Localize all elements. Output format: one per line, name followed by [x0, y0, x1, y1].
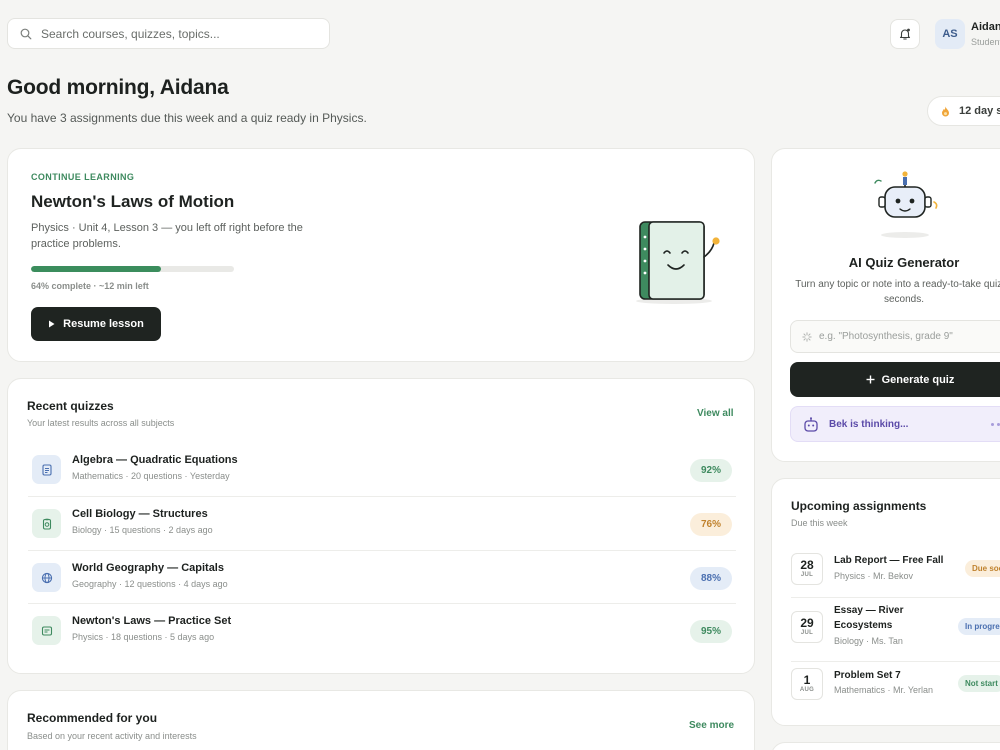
next-card	[771, 742, 1000, 750]
document-icon	[32, 455, 61, 484]
flask-icon	[32, 509, 61, 538]
streak-label: 12 day st	[959, 105, 1000, 117]
quiz-meta: Mathematics · 20 questions · Yesterday	[72, 471, 230, 481]
view-all-link[interactable]: View all	[697, 408, 734, 419]
lesson-description: Physics · Unit 4, Lesson 3 — you left of…	[31, 222, 303, 250]
ai-title: AI Quiz Generator	[848, 255, 960, 270]
lesson-progress-bar	[31, 266, 234, 272]
section-subtitle: Due this week	[791, 518, 848, 528]
date-tile: 28 JUL	[791, 553, 823, 585]
section-subtitle: Based on your recent activity and intere…	[27, 731, 197, 741]
continue-learning-card: CONTINUE LEARNING Newton's Laws of Motio…	[7, 148, 755, 362]
lesson-title: Newton's Laws of Motion	[31, 192, 235, 211]
notifications-button[interactable]	[890, 19, 920, 49]
search-icon	[20, 28, 32, 39]
typing-dots-icon	[991, 423, 1000, 426]
quiz-score: 92%	[690, 459, 732, 482]
quiz-meta: Physics · 18 questions · 5 days ago	[72, 632, 215, 642]
assignment-row[interactable]: 29 JUL Essay — River Ecosystems Biology …	[791, 597, 1000, 663]
book-character-illustration	[636, 221, 720, 304]
quiz-row[interactable]: World Geography — Capitals Geography · 1…	[28, 550, 736, 604]
page-title: Good morning, Aidana	[7, 76, 229, 99]
date-month: JUL	[800, 572, 814, 578]
user-name: Aidana	[971, 21, 1000, 33]
quiz-name: Algebra — Quadratic Equations	[72, 454, 238, 466]
quiz-name: World Geography — Capitals	[72, 562, 224, 574]
date-tile: 1 AUG	[791, 668, 823, 700]
ai-description: Turn any topic or note into a ready-to-t…	[795, 279, 1000, 305]
section-title: Recent quizzes	[27, 399, 114, 413]
status-badge: Due soo	[965, 560, 1000, 577]
topic-input[interactable]	[819, 331, 1000, 342]
user-role: Student	[971, 37, 1000, 47]
quiz-name: Cell Biology — Structures	[72, 508, 208, 520]
search-bar[interactable]	[7, 18, 330, 49]
date-day: 1	[803, 673, 811, 687]
note-icon	[32, 616, 61, 645]
section-title: Upcoming assignments	[791, 499, 927, 513]
plus-icon	[866, 375, 875, 384]
resume-lesson-button[interactable]: Resume lesson	[31, 307, 161, 341]
quiz-row[interactable]: Cell Biology — Structures Biology · 15 q…	[28, 496, 736, 550]
assignment-name: Essay — River Ecosystems	[834, 605, 904, 631]
page-subtitle: You have 3 assignments due this week and…	[7, 111, 367, 125]
progress-fill	[31, 266, 161, 272]
thinking-label: Bek is thinking...	[829, 418, 909, 430]
continue-eyebrow: CONTINUE LEARNING	[31, 172, 135, 182]
bell-icon	[899, 28, 911, 40]
date-tile: 29 JUL	[791, 611, 823, 643]
date-month: AUG	[799, 687, 815, 693]
quiz-score: 76%	[690, 513, 732, 536]
quiz-meta: Biology · 15 questions · 2 days ago	[72, 525, 213, 535]
see-more-link[interactable]: See more	[689, 720, 734, 731]
date-month: JUL	[800, 630, 814, 636]
quiz-name: Newton's Laws — Practice Set	[72, 615, 232, 627]
status-badge: Not start	[958, 675, 1000, 692]
quiz-score: 88%	[690, 567, 732, 590]
assignment-meta: Mathematics · Mr. Yerlan	[834, 685, 934, 695]
globe-icon	[32, 563, 61, 592]
streak-badge[interactable]: 12 day st	[927, 96, 1000, 126]
resume-label: Resume lesson	[63, 318, 144, 330]
bot-icon	[804, 416, 818, 432]
quiz-meta: Geography · 12 questions · 4 days ago	[72, 579, 228, 589]
section-title: Recommended for you	[27, 711, 158, 725]
assignment-name: Problem Set 7	[834, 670, 901, 681]
recent-quizzes-card: Recent quizzes Your latest results acros…	[7, 378, 755, 674]
topic-input-field[interactable]	[790, 320, 1000, 353]
assignment-name: Lab Report — Free Fall	[834, 555, 944, 566]
quiz-row[interactable]: Algebra — Quadratic Equations Mathematic…	[28, 443, 736, 497]
status-badge: In progre	[958, 618, 1000, 635]
thinking-status: Bek is thinking...	[790, 406, 1000, 442]
progress-label: 64% complete · ~12 min left	[31, 281, 149, 291]
generate-quiz-button[interactable]: Generate quiz	[790, 362, 1000, 397]
upcoming-assignments-card: Upcoming assignments Due this week 28 JU…	[771, 478, 1000, 726]
assignment-meta: Biology · Ms. Tan	[834, 636, 903, 646]
date-day: 29	[800, 616, 814, 630]
avatar[interactable]: AS	[935, 19, 965, 49]
ai-quiz-generator-card: AI Quiz Generator Turn any topic or note…	[771, 148, 1000, 462]
flame-icon	[942, 106, 949, 116]
section-subtitle: Your latest results across all subjects	[27, 418, 175, 428]
assignment-row[interactable]: 1 AUG Problem Set 7 Mathematics · Mr. Ye…	[791, 661, 1000, 717]
assignment-meta: Physics · Mr. Bekov	[834, 571, 914, 581]
recommended-card: Recommended for you Based on your recent…	[7, 690, 755, 750]
date-day: 28	[800, 558, 814, 572]
quiz-score: 95%	[690, 620, 732, 643]
assignment-row[interactable]: 28 JUL Lab Report — Free Fall Physics · …	[791, 543, 1000, 599]
search-input[interactable]	[41, 26, 311, 41]
sparkle-icon	[802, 331, 812, 342]
play-icon	[49, 320, 55, 328]
robot-illustration	[874, 171, 938, 238]
quiz-row[interactable]: Newton's Laws — Practice Set Physics · 1…	[28, 603, 736, 657]
generate-label: Generate quiz	[881, 373, 955, 386]
